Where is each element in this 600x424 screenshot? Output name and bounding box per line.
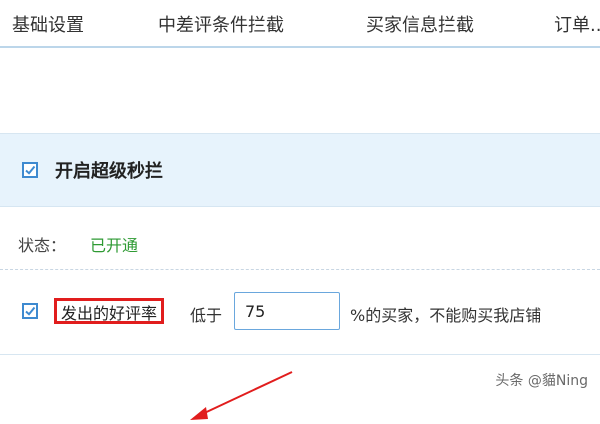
tab-buyer-info-intercept[interactable]: 买家信息拦截 — [366, 14, 474, 38]
rate-suffix-label: 低于 — [190, 306, 223, 325]
positive-rate-rule-checkbox[interactable] — [22, 303, 38, 319]
status-value: 已开通 — [90, 236, 139, 255]
annotation-arrow-icon — [190, 371, 293, 420]
checkmark-icon — [25, 306, 36, 316]
tab-basic-settings[interactable]: 基础设置 — [12, 14, 84, 38]
tab-negative-review-intercept[interactable]: 中差评条件拦截 — [158, 14, 284, 38]
panel-title: 开启超级秒拦 — [55, 161, 163, 182]
positive-rate-threshold-input[interactable] — [234, 292, 340, 330]
enable-super-intercept-checkbox[interactable] — [22, 162, 38, 178]
watermark-text: 头条 @貓Ning — [495, 373, 588, 389]
tab-orders[interactable]: 订单... — [554, 14, 600, 38]
status-label: 状态： — [18, 236, 67, 255]
rate-tail-label: %的买家，不能购买我店铺 — [350, 306, 542, 325]
checkmark-icon — [25, 165, 36, 175]
super-intercept-panel: 开启超级秒拦 状态： 已开通 发出的好评率 低于 %的买家，不能购买我店铺 — [0, 133, 600, 420]
tabs-bar: 基础设置 中差评条件拦截 买家信息拦截 订单... — [0, 0, 600, 48]
divider — [0, 269, 600, 270]
positive-rate-label-highlighted: 发出的好评率 — [54, 298, 165, 324]
panel-header: 开启超级秒拦 — [0, 134, 600, 207]
